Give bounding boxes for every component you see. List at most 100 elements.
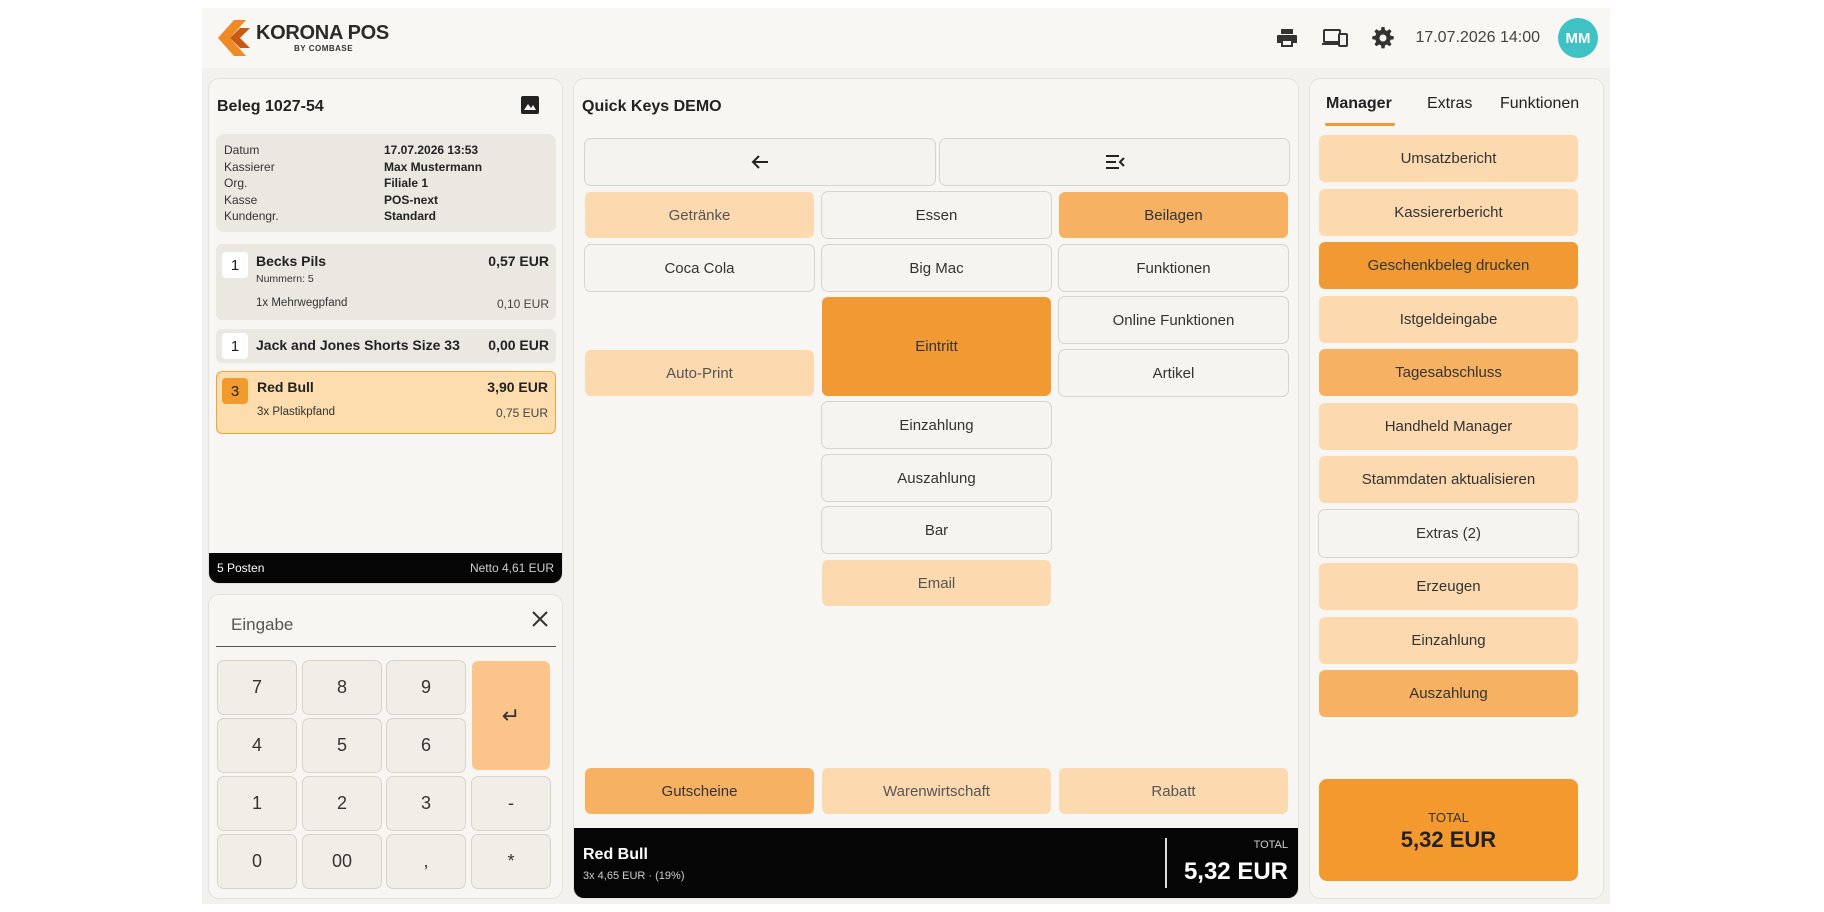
key-minus[interactable]: -: [472, 777, 550, 830]
meta-row: Kassierer Max Mustermann: [224, 159, 548, 176]
meta-row: Kasse POS-next: [224, 192, 548, 209]
meta-row: Org. Filiale 1: [224, 175, 548, 192]
key-00[interactable]: 00: [303, 835, 381, 888]
gear-icon[interactable]: [1369, 24, 1397, 52]
selected-item-detail: 3x 4,65 EUR · (19%): [583, 870, 685, 882]
line-item-note: Nummern: 5: [256, 273, 314, 285]
total-amount: 5,32 EUR: [1183, 858, 1288, 885]
quick-key-einzahlung[interactable]: Einzahlung: [822, 402, 1051, 448]
quick-key-eintritt[interactable]: Eintritt: [822, 297, 1051, 396]
tab-funktionen[interactable]: Funktionen: [1500, 95, 1579, 113]
item-count: 5 Posten: [217, 561, 265, 575]
line-item-sub-price: 0,75 EUR: [495, 406, 548, 420]
total-label: TOTAL: [1253, 839, 1288, 851]
input-field[interactable]: Eingabe: [216, 603, 556, 647]
key-0[interactable]: 0: [218, 835, 296, 888]
auszahlung-button[interactable]: Auszahlung: [1319, 670, 1578, 717]
receipt-footer: 5 Posten Netto 4,61 EUR: [209, 553, 562, 583]
meta-key: Kassierer: [224, 159, 275, 174]
meta-value: 17.07.2026 13:53: [384, 143, 479, 157]
line-item-qty: 3: [222, 378, 248, 404]
tab-extras[interactable]: Extras: [1427, 95, 1472, 113]
pos-app: KORONA POS BY COMBASE 17.07.2026 14:00 M…: [202, 8, 1610, 904]
quick-key-coca-cola[interactable]: Coca Cola: [585, 245, 814, 291]
back-button[interactable]: [585, 139, 935, 185]
meta-value: Max Mustermann: [384, 159, 483, 174]
meta-key: Datum: [224, 143, 260, 157]
key-8[interactable]: 8: [303, 661, 381, 714]
divider: [1165, 838, 1167, 888]
receipt-meta: Datum 17.07.2026 13:53 Kassierer Max Muste…: [216, 134, 556, 232]
tab-manager[interactable]: Manager: [1326, 95, 1392, 113]
tagesabschluss-button[interactable]: Tagesabschluss: [1319, 349, 1578, 396]
logo-subtitle: BY COMBASE: [294, 44, 354, 53]
quick-key-auszahlung[interactable]: Auszahlung: [822, 455, 1051, 501]
key-comma[interactable]: ,: [387, 835, 465, 888]
einzahlung-button[interactable]: Einzahlung: [1319, 617, 1578, 664]
meta-value: Filiale 1: [384, 176, 429, 190]
meta-row: Datum 17.07.2026 13:53: [224, 142, 548, 159]
line-item-sub: 1x Mehrwegpfand: [256, 297, 348, 309]
clear-input-icon[interactable]: [530, 609, 550, 629]
quick-key-getraenke[interactable]: Getränke: [585, 192, 814, 238]
total-box-amount: 5,32 EUR: [1400, 827, 1497, 852]
meta-value: Standard: [384, 209, 437, 223]
key-9[interactable]: 9: [387, 661, 465, 714]
line-item-price: 0,00 EUR: [488, 337, 549, 353]
erzeugen-button[interactable]: Erzeugen: [1319, 563, 1578, 610]
geschenkbeleg-drucken-button[interactable]: Geschenkbeleg drucken: [1319, 242, 1578, 289]
datetime: 17.07.2026 14:00: [1415, 29, 1540, 46]
stammdaten-aktualisieren-button[interactable]: Stammdaten aktualisieren: [1319, 456, 1578, 503]
menu-collapse-button[interactable]: [940, 139, 1289, 185]
receipt-panel: Beleg 1027-54 Datum 17.07.2026 13:53 Kass…: [209, 79, 562, 583]
quick-key-artikel[interactable]: Artikel: [1059, 350, 1288, 396]
quick-key-funktionen[interactable]: Funktionen: [1059, 245, 1288, 291]
line-item-qty: 1: [222, 333, 248, 359]
devices-icon[interactable]: [1321, 24, 1349, 52]
meta-row: Kundengr. Standard: [224, 208, 548, 225]
kassiererbericht-button[interactable]: Kassiererbericht: [1319, 189, 1578, 236]
key-1[interactable]: 1: [218, 777, 296, 830]
quick-key-online-funktionen[interactable]: Online Funktionen: [1059, 297, 1288, 343]
printer-icon[interactable]: [1273, 24, 1301, 52]
key-5[interactable]: 5: [303, 719, 381, 772]
key-4[interactable]: 4: [218, 719, 296, 772]
arrow-left-icon: [751, 155, 768, 169]
quick-key-bar[interactable]: Bar: [822, 507, 1051, 553]
netto-total: Netto 4,61 EUR: [469, 561, 554, 575]
quick-key-beilagen[interactable]: Beilagen: [1059, 192, 1288, 238]
line-item-becks-pils[interactable]: 1 Becks Pils 0,57 EUR Nummern: 5 1x Mehr…: [216, 244, 556, 320]
key-6[interactable]: 6: [387, 719, 465, 772]
quick-key-warenwirtschaft[interactable]: Warenwirtschaft: [822, 768, 1051, 814]
quick-key-auto-print[interactable]: Auto-Print: [585, 350, 814, 396]
quick-key-big-mac[interactable]: Big Mac: [822, 245, 1051, 291]
istgeldeingabe-button[interactable]: Istgeldeingabe: [1319, 296, 1578, 343]
key-3[interactable]: 3: [387, 777, 465, 830]
function-panel: Manager Extras Funktionen Umsatzbericht …: [1310, 79, 1603, 898]
quick-key-gutscheine[interactable]: Gutscheine: [585, 768, 814, 814]
avatar[interactable]: MM: [1558, 18, 1598, 58]
line-item-name: Becks Pils: [256, 253, 327, 269]
extras-button[interactable]: Extras (2): [1319, 510, 1578, 557]
line-item-price: 3,90 EUR: [487, 379, 548, 395]
key-2[interactable]: 2: [303, 777, 381, 830]
keypad-panel: Eingabe 7 8 9 ↵ 4 5 6 1 2 3 - 0 00 , *: [209, 595, 562, 898]
line-item-shorts[interactable]: 1 Jack and Jones Shorts Size 33 0,00 EUR: [216, 329, 556, 363]
enter-button[interactable]: ↵: [472, 661, 550, 770]
image-icon[interactable]: [518, 93, 542, 117]
quick-key-essen[interactable]: Essen: [822, 192, 1051, 238]
quick-keys-title: Quick Keys DEMO: [582, 98, 722, 115]
key-multiply[interactable]: *: [472, 835, 550, 888]
tab-bar: Manager Extras Funktionen: [1310, 79, 1603, 127]
quick-key-email[interactable]: Email: [822, 560, 1051, 606]
key-7[interactable]: 7: [218, 661, 296, 714]
umsatzbericht-button[interactable]: Umsatzbericht: [1319, 135, 1578, 182]
handheld-manager-button[interactable]: Handheld Manager: [1319, 403, 1578, 450]
quick-key-rabatt[interactable]: Rabatt: [1059, 768, 1288, 814]
line-item-red-bull[interactable]: 3 Red Bull 3,90 EUR 3x Plastikpfand 0,75…: [216, 371, 556, 434]
receipt-title: Beleg 1027-54: [217, 98, 324, 115]
total-pay-button[interactable]: TOTAL 5,32 EUR: [1319, 779, 1578, 881]
line-item-sub-price: 0,10 EUR: [496, 297, 549, 311]
top-bar: KORONA POS BY COMBASE 17.07.2026 14:00 M…: [202, 8, 1610, 68]
status-bar: Red Bull 3x 4,65 EUR · (19%) TOTAL 5,32 …: [574, 828, 1298, 898]
